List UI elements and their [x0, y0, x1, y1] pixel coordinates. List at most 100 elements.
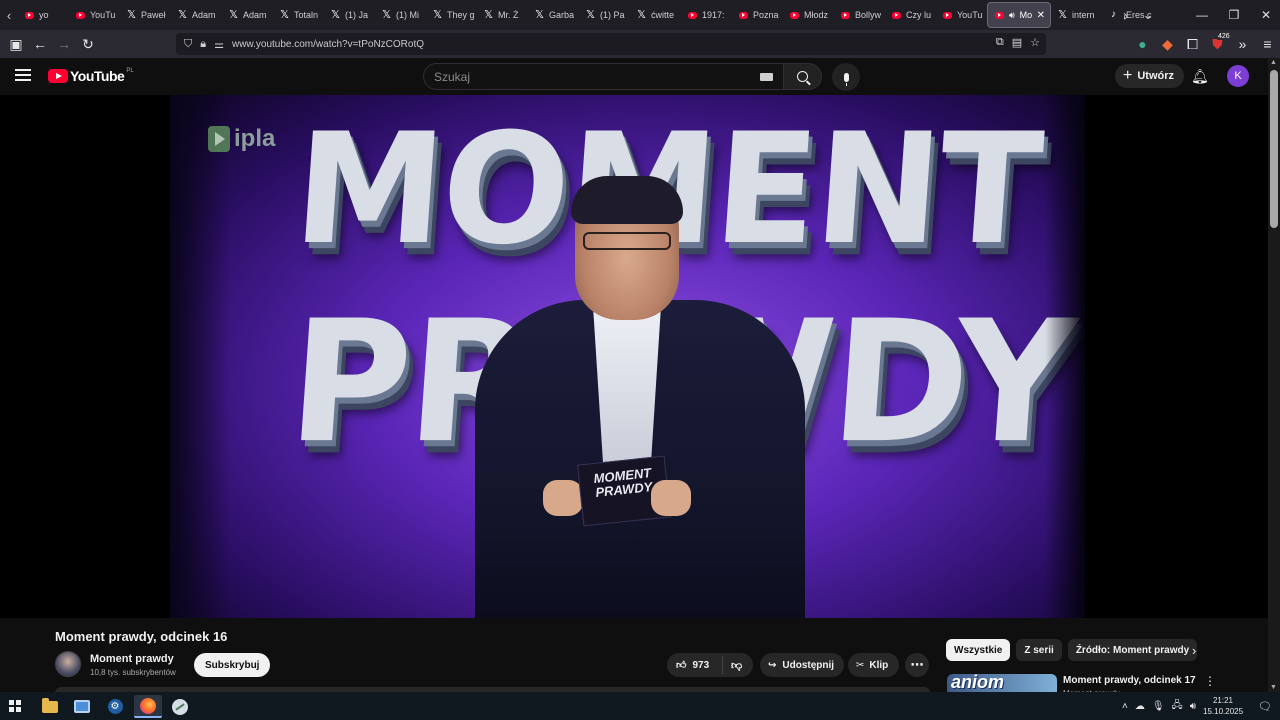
voice-search-button[interactable]	[832, 63, 860, 91]
microphone-tray-icon[interactable]: 🎙︎	[1152, 701, 1165, 712]
scroll-up-icon[interactable]: ▲	[1270, 59, 1277, 66]
tab-label: YouTu	[90, 10, 116, 20]
clip-button[interactable]: ✂ Klip	[848, 653, 900, 677]
volume-icon[interactable]: 🔊︎	[1190, 701, 1196, 712]
sidebar-toggle-icon[interactable]: ▣	[4, 32, 28, 56]
video-player[interactable]: MOMENT PRAWDY ipla MOMENT PRAWDY	[0, 95, 1268, 618]
firefox-app[interactable]	[134, 695, 162, 718]
extensions-puzzle-icon[interactable]: ⧠	[1180, 32, 1205, 56]
video-frame[interactable]: MOMENT PRAWDY ipla MOMENT PRAWDY	[170, 95, 1085, 618]
url-bar[interactable]: ⛉ 🔒︎ ⚌ www.youtube.com/watch?v=tPoNzCORo…	[176, 33, 1046, 55]
chips-next-icon[interactable]: ›	[1192, 643, 1196, 658]
app-menu-icon[interactable]: ≡	[1255, 32, 1280, 56]
guide-menu-icon[interactable]	[15, 69, 31, 83]
tab-close-icon[interactable]: ✕	[1037, 10, 1045, 21]
page-scrollbar[interactable]: ▲ ▼	[1268, 58, 1280, 692]
tab-scroll-left-icon[interactable]: ‹	[0, 0, 18, 30]
tab-7[interactable]: 𝕏 (1) Mi	[375, 2, 426, 28]
tab-audio-icon[interactable]: 🔊︎	[1009, 10, 1015, 21]
thumbs-down-icon: 👎︎	[731, 659, 743, 672]
back-icon[interactable]: ←	[28, 32, 52, 56]
dislike-button[interactable]: 👎︎	[723, 659, 742, 672]
tab-1[interactable]: YouTu	[69, 2, 120, 28]
tab-13[interactable]: 1917:	[681, 2, 732, 28]
account-avatar[interactable]: K	[1227, 65, 1249, 87]
filter-chip[interactable]: Z serii	[1016, 639, 1062, 661]
file-explorer-app[interactable]	[36, 695, 64, 718]
filter-chip[interactable]: Źródło: Moment prawdy	[1067, 639, 1198, 661]
tab-8[interactable]: 𝕏 They g	[426, 2, 477, 28]
channel-avatar[interactable]	[55, 651, 81, 677]
like-button[interactable]: 👍︎ 973	[667, 656, 723, 674]
subscribe-button[interactable]: Subskrybuj	[194, 653, 271, 677]
tab-active[interactable]: 🔊︎ Mo ✕	[987, 2, 1051, 28]
filter-chip[interactable]: Wszystkie	[946, 639, 1011, 661]
tab-label: Totaln	[294, 10, 319, 20]
tray-overflow-icon[interactable]: ˄	[1122, 701, 1128, 712]
game-app[interactable]	[166, 695, 194, 718]
tab-12[interactable]: 𝕏ćwitte	[630, 2, 681, 28]
recommended-thumbnail[interactable]: aniom	[947, 674, 1057, 692]
permissions-icon[interactable]: ⚌	[214, 38, 224, 51]
close-window-icon[interactable]: ✕	[1250, 8, 1280, 22]
channel-name[interactable]: Moment prawdy	[90, 653, 174, 665]
scroll-down-icon[interactable]: ▼	[1270, 684, 1277, 691]
more-tools-icon[interactable]: »	[1230, 32, 1255, 56]
tab-5[interactable]: 𝕏 Totaln	[273, 2, 324, 28]
tab-label: Pozna	[753, 10, 779, 20]
tab-scroll-right-icon[interactable]: ›	[1117, 0, 1135, 30]
tab-18[interactable]: YouTu	[936, 2, 987, 28]
fox-extension-icon[interactable]: ◆	[1155, 32, 1180, 56]
reader-view-icon[interactable]: ▤	[1012, 36, 1022, 49]
tab-11[interactable]: 𝕏 (1) Pa	[579, 2, 630, 28]
picture-in-picture-icon[interactable]: ⧉	[996, 36, 1004, 49]
recommended-title[interactable]: Moment prawdy, odcinek 17	[1063, 675, 1196, 686]
more-actions-button[interactable]: ⋯	[905, 653, 929, 677]
x-favicon-icon: 𝕏	[637, 8, 646, 21]
tab-9[interactable]: 𝕏 Mr. Ż	[477, 2, 528, 28]
youtube-logo[interactable]: YouTube PL	[48, 68, 134, 84]
network-icon[interactable]: 🖧	[1172, 698, 1183, 715]
reload-icon[interactable]: ↻	[76, 32, 100, 56]
search-input[interactable]	[424, 64, 744, 89]
vpn-extension-icon[interactable]: ●	[1130, 32, 1155, 56]
tab-list-dropdown-icon[interactable]: ⌄	[1139, 0, 1157, 30]
scrollbar-thumb[interactable]	[1270, 70, 1278, 228]
search-button[interactable]	[784, 63, 822, 90]
notifications-icon[interactable]: 🗨	[1250, 700, 1280, 713]
shield-icon[interactable]: ⛉	[184, 38, 192, 51]
tab-17[interactable]: Czy lu	[885, 2, 936, 28]
ublock-count-badge: 426	[1217, 33, 1231, 40]
youtube-favicon-icon	[892, 11, 901, 19]
maximize-icon[interactable]: ❐	[1218, 8, 1250, 22]
onedrive-cloud-icon[interactable]: ☁	[1135, 701, 1145, 712]
lock-icon[interactable]: 🔒︎	[200, 38, 206, 51]
clock[interactable]: 21:21 15.10.2025	[1203, 695, 1243, 717]
tab-4[interactable]: 𝕏 Adam	[222, 2, 273, 28]
tab-0[interactable]: yo	[18, 2, 69, 28]
tab-14[interactable]: Pozna	[732, 2, 783, 28]
share-button[interactable]: ↪ Udostępnij	[760, 653, 845, 677]
tab-15[interactable]: Młodz	[783, 2, 834, 28]
video-left-shadow	[170, 95, 230, 618]
create-button[interactable]: + Utwórz	[1115, 64, 1185, 88]
ublock-icon[interactable]: ⛊ 426	[1205, 32, 1231, 56]
windows-start-icon[interactable]	[9, 700, 21, 712]
this-pc-app[interactable]	[68, 695, 96, 718]
steam-app[interactable]: ⚙	[101, 695, 129, 718]
recommended-menu-icon[interactable]: ⋮	[1204, 674, 1216, 688]
bookmark-star-icon[interactable]: ☆	[1030, 36, 1040, 49]
tab-20[interactable]: 𝕏intern	[1051, 2, 1102, 28]
youtube-favicon-icon	[688, 11, 697, 19]
tab-16[interactable]: Bollyw	[834, 2, 885, 28]
keyboard-icon[interactable]	[760, 73, 773, 81]
tab-label: Mo	[1019, 10, 1032, 20]
minimize-icon[interactable]: —	[1186, 8, 1218, 22]
tab-3[interactable]: 𝕏 Adam	[171, 2, 222, 28]
tab-2[interactable]: 𝕏 Paweł	[120, 2, 171, 28]
notifications-bell-icon[interactable]: 🔔︎	[1191, 68, 1209, 85]
forward-icon[interactable]: →	[52, 32, 76, 56]
tab-10[interactable]: 𝕏 Garba	[528, 2, 579, 28]
tab-6[interactable]: 𝕏 (1) Ja	[324, 2, 375, 28]
url-text[interactable]: www.youtube.com/watch?v=tPoNzCORotQ	[232, 39, 424, 50]
